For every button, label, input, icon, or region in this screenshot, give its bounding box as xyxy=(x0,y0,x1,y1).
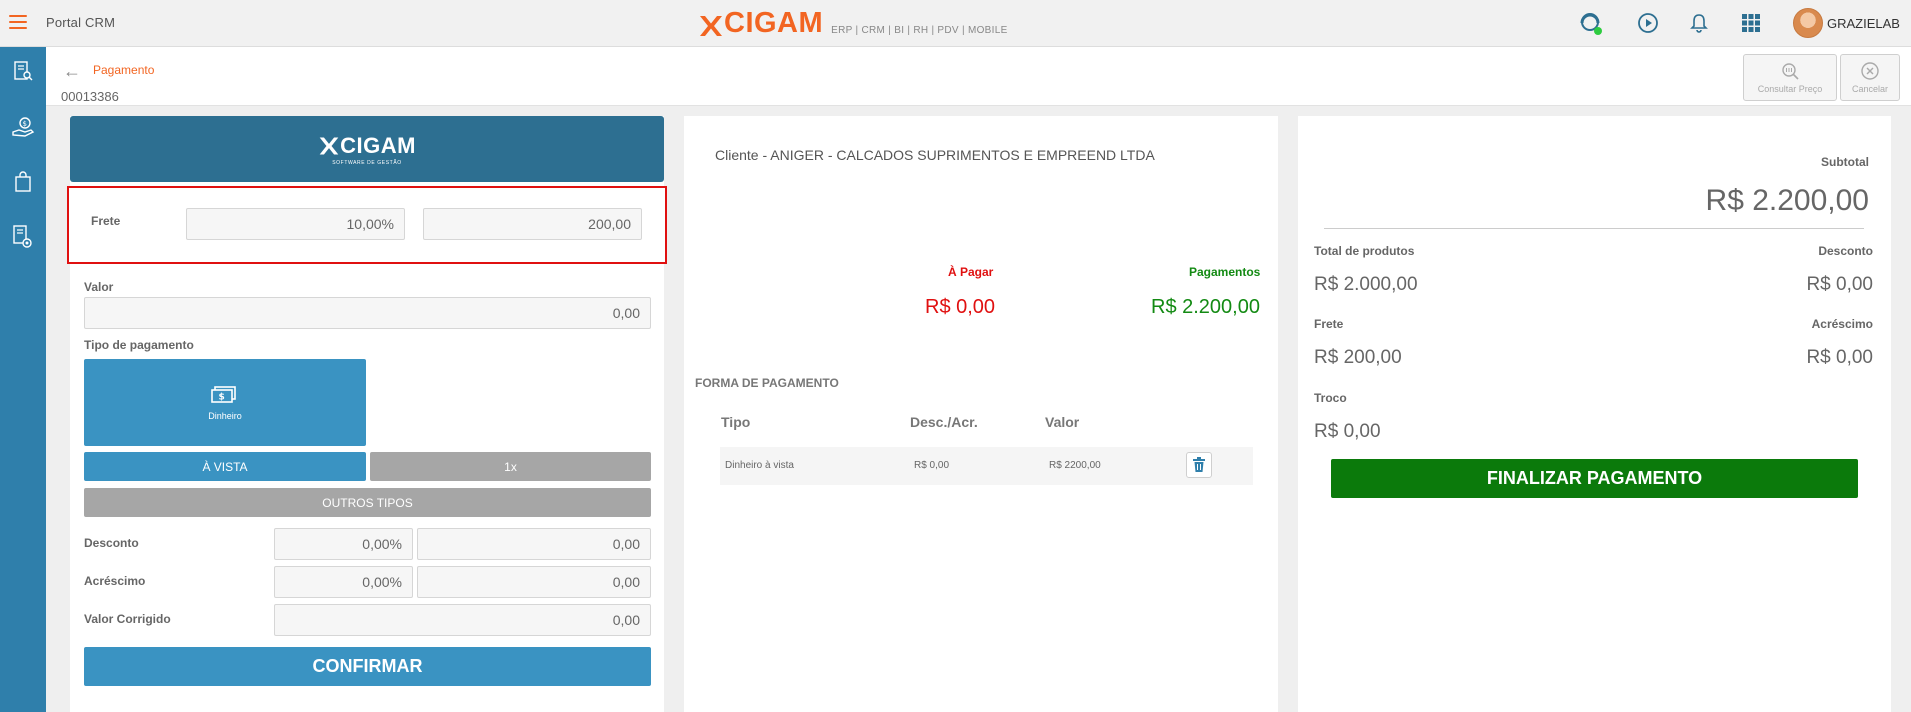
desconto-summary-value: R$ 0,00 xyxy=(1806,274,1873,295)
subtotal-label: Subtotal xyxy=(1821,155,1869,169)
brand-name: CIGAM xyxy=(724,7,824,39)
column-header-tipo: Tipo xyxy=(721,414,751,430)
confirm-button[interactable]: CONFIRMAR xyxy=(84,647,651,686)
payment-summary-panel: Cliente - ANIGER - CALCADOS SUPRIMENTOS … xyxy=(684,116,1278,712)
hamburger-menu-icon[interactable] xyxy=(9,15,27,29)
report-settings-icon xyxy=(13,225,32,248)
order-number: 00013386 xyxy=(61,89,119,104)
trash-icon xyxy=(1193,457,1205,472)
money-hand-icon: $ xyxy=(12,117,35,137)
troco-label: Troco xyxy=(1314,391,1347,405)
user-name: GRAZIELAB xyxy=(1827,15,1900,31)
logo-text: CIGAM xyxy=(340,132,416,158)
desconto-summary-label: Desconto xyxy=(1818,244,1873,258)
a-pagar-value: R$ 0,00 xyxy=(925,296,996,318)
payment-tile-label: Dinheiro xyxy=(208,410,242,421)
play-video-icon[interactable] xyxy=(1635,10,1661,36)
desconto-value-input[interactable]: 0,00 xyxy=(417,528,651,560)
valor-input[interactable]: 0,00 xyxy=(84,297,651,329)
app-title: Portal CRM xyxy=(46,15,116,30)
acrescimo-summary-value: R$ 0,00 xyxy=(1806,347,1873,368)
sidebar-item-search-records[interactable] xyxy=(0,51,46,91)
column-header-desc-acr: Desc./Acr. xyxy=(910,414,978,430)
frete-summary-value: R$ 200,00 xyxy=(1314,347,1402,368)
cigam-logo-icon xyxy=(319,137,339,154)
consultar-preco-button[interactable]: Consultar Preço xyxy=(1743,54,1837,101)
brand-logo: CIGAM ERP | CRM | BI | RH | PDV | MOBILE xyxy=(698,9,1008,38)
a-pagar-label: À Pagar xyxy=(948,265,994,279)
installments-button[interactable]: 1x xyxy=(370,452,651,481)
finalize-payment-button[interactable]: FINALIZAR PAGAMENTO xyxy=(1331,459,1858,498)
sidebar-item-shopping[interactable] xyxy=(0,162,46,202)
client-name: Cliente - ANIGER - CALCADOS SUPRIMENTOS … xyxy=(715,147,1155,163)
outros-tipos-button[interactable]: OUTROS TIPOS xyxy=(84,488,651,517)
delete-payment-button[interactable] xyxy=(1186,452,1212,478)
row-tipo: Dinheiro à vista xyxy=(725,460,794,471)
row-valor: R$ 2200,00 xyxy=(1049,460,1101,471)
svg-text:$: $ xyxy=(219,392,225,402)
acrescimo-value-input[interactable]: 0,00 xyxy=(417,566,651,598)
tipo-pagamento-label: Tipo de pagamento xyxy=(84,338,194,352)
acrescimo-summary-label: Acréscimo xyxy=(1811,317,1873,331)
sidebar-item-reports[interactable] xyxy=(0,217,46,257)
table-row: Dinheiro à vista R$ 0,00 R$ 2200,00 xyxy=(720,447,1253,485)
sidebar-item-finance[interactable]: $ xyxy=(0,107,46,147)
a-vista-button[interactable]: À VISTA xyxy=(84,452,366,481)
valor-label: Valor xyxy=(84,280,114,294)
valor-corrigido-input[interactable]: 0,00 xyxy=(274,604,651,636)
acrescimo-label: Acréscimo xyxy=(84,574,146,588)
apps-grid-icon[interactable] xyxy=(1738,10,1764,36)
notification-bell-icon[interactable] xyxy=(1686,10,1712,36)
cancelar-label: Cancelar xyxy=(1851,84,1889,94)
sub-header: ← Pagamento 00013386 Consultar Preço Can… xyxy=(46,47,1911,106)
sidebar: $ xyxy=(0,47,46,712)
acrescimo-percent-input[interactable]: 0,00% xyxy=(274,566,413,598)
cancel-circle-icon xyxy=(1861,62,1879,80)
troco-value: R$ 0,00 xyxy=(1314,421,1381,442)
desconto-label: Desconto xyxy=(84,536,139,550)
forma-pagamento-title: FORMA DE PAGAMENTO xyxy=(695,376,839,390)
row-desc-acr: R$ 0,00 xyxy=(914,460,950,471)
frete-value-input[interactable]: 200,00 xyxy=(423,208,642,240)
svg-text:$: $ xyxy=(23,120,27,128)
totals-panel: Subtotal R$ 2.200,00 Total de produtos R… xyxy=(1298,116,1891,712)
consultar-preco-label: Consultar Preço xyxy=(1757,84,1823,94)
avatar xyxy=(1793,8,1823,38)
pagamentos-label: Pagamentos xyxy=(1189,265,1261,279)
total-produtos-label: Total de produtos xyxy=(1314,244,1415,258)
company-logo-banner: CIGAM SOFTWARE DE GESTÃO xyxy=(70,116,664,182)
top-bar: Portal CRM CIGAM ERP | CRM | BI | RH | P… xyxy=(0,0,1911,47)
shopping-bag-icon xyxy=(15,171,31,192)
subtotal-value: R$ 2.200,00 xyxy=(1705,184,1869,217)
user-menu[interactable]: GRAZIELAB xyxy=(1793,8,1900,38)
frete-section: Frete 10,00% 200,00 xyxy=(67,186,667,264)
frete-label: Frete xyxy=(91,214,121,228)
total-produtos-value: R$ 2.000,00 xyxy=(1314,274,1418,295)
brand-modules: ERP | CRM | BI | RH | PDV | MOBILE xyxy=(831,25,1008,36)
frete-summary-label: Frete xyxy=(1314,317,1344,331)
valor-corrigido-label: Valor Corrigido xyxy=(84,612,171,626)
frete-percent-input[interactable]: 10,00% xyxy=(186,208,405,240)
cash-icon: $ xyxy=(211,385,236,403)
logo-tagline: SOFTWARE DE GESTÃO xyxy=(332,159,402,166)
payment-entry-panel: CIGAM SOFTWARE DE GESTÃO Frete 10,00% 20… xyxy=(67,116,667,712)
breadcrumb[interactable]: Pagamento xyxy=(93,63,154,77)
divider xyxy=(1324,228,1864,229)
records-search-icon xyxy=(14,61,33,81)
pagamentos-value: R$ 2.200,00 xyxy=(1151,296,1260,318)
cigam-logo-icon xyxy=(700,16,722,36)
desconto-percent-input[interactable]: 0,00% xyxy=(274,528,413,560)
price-search-icon xyxy=(1782,63,1799,80)
back-arrow-icon[interactable]: ← xyxy=(63,61,81,82)
payment-type-dinheiro[interactable]: $ Dinheiro xyxy=(84,359,366,446)
support-icon[interactable] xyxy=(1578,10,1604,36)
column-header-valor: Valor xyxy=(1045,414,1080,430)
cancelar-button[interactable]: Cancelar xyxy=(1840,54,1900,101)
